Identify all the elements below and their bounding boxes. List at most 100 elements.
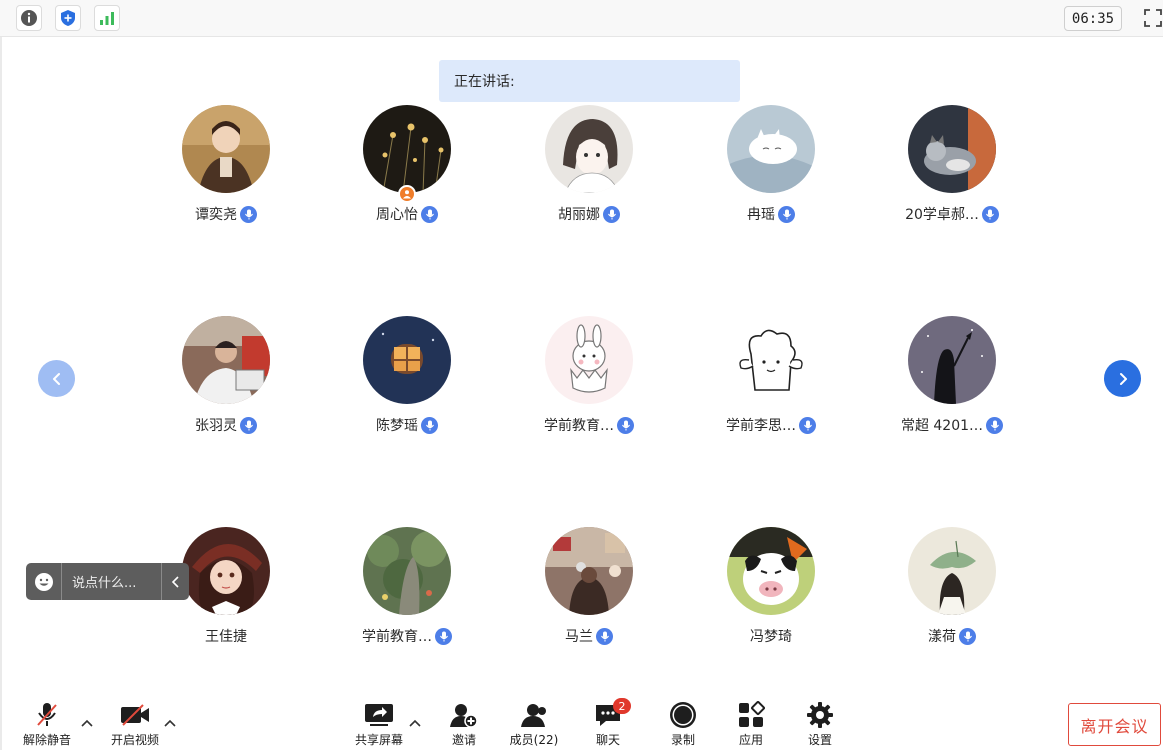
participant-tile[interactable]: 学前教育… xyxy=(499,316,679,466)
participant-tile[interactable]: 周心怡 xyxy=(317,105,497,255)
chevron-left-icon xyxy=(52,372,60,385)
avatar xyxy=(182,316,270,404)
avatar xyxy=(908,316,996,404)
microphone-icon xyxy=(799,416,816,434)
participant-name: 常超 4201… xyxy=(862,415,1042,435)
avatar xyxy=(727,527,815,615)
info-icon[interactable] xyxy=(16,5,42,31)
record-button[interactable]: 录制 xyxy=(663,700,703,748)
participant-name: 陈梦瑶 xyxy=(317,415,497,435)
participant-name: 漾荷 xyxy=(862,626,1042,646)
participant-name: 周心怡 xyxy=(317,204,497,224)
members-icon xyxy=(519,700,549,730)
shield-icon[interactable] xyxy=(55,5,81,31)
chat-label: 聊天 xyxy=(595,733,620,747)
start-video-button[interactable]: 开启视频 xyxy=(108,700,162,748)
start-video-label: 开启视频 xyxy=(110,733,159,747)
participant-tile[interactable]: 王佳捷 xyxy=(136,527,316,677)
participant-tile[interactable]: 陈梦瑶 xyxy=(317,316,497,466)
invite-label: 邀请 xyxy=(451,733,476,747)
avatar xyxy=(545,527,633,615)
chevron-up-icon[interactable] xyxy=(80,717,94,729)
participant-tile[interactable]: 20学卓郝… xyxy=(862,105,1042,255)
emoji-icon[interactable] xyxy=(26,563,62,600)
next-page-button[interactable] xyxy=(1104,360,1141,397)
members-button[interactable]: 成员(22) xyxy=(504,700,564,748)
participant-name: 冯梦琦 xyxy=(750,629,792,645)
gear-icon xyxy=(806,700,834,730)
chevron-right-icon xyxy=(1119,372,1127,385)
video-off-icon xyxy=(119,700,151,730)
chat-quick-input[interactable]: 说点什么... xyxy=(26,563,189,600)
avatar xyxy=(363,527,451,615)
microphone-icon xyxy=(421,205,438,223)
signal-icon[interactable] xyxy=(94,5,120,31)
participant-name: 学前教育… xyxy=(317,626,497,646)
microphone-icon xyxy=(617,416,634,434)
apps-icon xyxy=(737,700,765,730)
microphone-muted-icon xyxy=(35,700,59,730)
invite-button[interactable]: 邀请 xyxy=(444,700,484,748)
participant-name: 学前李思… xyxy=(681,415,861,435)
participant-tile[interactable]: 漾荷 xyxy=(862,527,1042,677)
avatar xyxy=(182,105,270,193)
previous-page-button[interactable] xyxy=(38,360,75,397)
microphone-icon xyxy=(986,416,1004,434)
avatar xyxy=(727,105,815,193)
avatar xyxy=(363,105,451,193)
microphone-icon xyxy=(596,627,613,645)
participant-tile[interactable]: 胡丽娜 xyxy=(499,105,679,255)
record-icon xyxy=(669,700,697,730)
microphone-icon xyxy=(421,416,438,434)
microphone-icon xyxy=(240,205,257,223)
avatar xyxy=(727,316,815,404)
participant-tile[interactable]: 学前教育… xyxy=(317,527,497,677)
participant-tile[interactable]: 冯梦琦 xyxy=(681,527,861,677)
add-person-icon xyxy=(450,700,478,730)
avatar xyxy=(545,316,633,404)
participant-tile[interactable]: 张羽灵 xyxy=(136,316,316,466)
participant-tile[interactable]: 学前李思… xyxy=(681,316,861,466)
unmute-button[interactable]: 解除静音 xyxy=(20,700,74,748)
share-screen-icon xyxy=(364,700,394,730)
chat-unread-badge: 2 xyxy=(613,698,631,714)
chat-placeholder[interactable]: 说点什么... xyxy=(62,572,161,591)
apps-label: 应用 xyxy=(738,733,763,747)
window-edge xyxy=(0,37,2,750)
participant-name: 王佳捷 xyxy=(205,629,247,645)
apps-button[interactable]: 应用 xyxy=(731,700,771,748)
participant-tile[interactable]: 常超 4201… xyxy=(862,316,1042,466)
host-badge-icon xyxy=(398,185,416,203)
unmute-label: 解除静音 xyxy=(22,733,71,747)
microphone-icon xyxy=(435,627,452,645)
chevron-up-icon[interactable] xyxy=(163,717,177,729)
settings-button[interactable]: 设置 xyxy=(800,700,840,748)
top-bar: 06:35 xyxy=(0,0,1163,37)
microphone-icon xyxy=(603,205,620,223)
microphone-icon xyxy=(959,627,976,645)
chevron-up-icon[interactable] xyxy=(408,717,422,729)
chevron-left-icon[interactable] xyxy=(161,563,189,600)
microphone-icon xyxy=(981,205,999,223)
participant-name: 谭奕尧 xyxy=(136,204,316,224)
record-label: 录制 xyxy=(670,733,695,747)
participant-name: 学前教育… xyxy=(499,415,679,435)
meeting-timer: 06:35 xyxy=(1064,6,1122,31)
participant-name: 20学卓郝… xyxy=(862,204,1042,224)
avatar xyxy=(545,105,633,193)
participant-name: 胡丽娜 xyxy=(499,204,679,224)
speaking-indicator: 正在讲话: xyxy=(439,60,740,102)
participant-name: 冉瑶 xyxy=(681,204,861,224)
avatar xyxy=(363,316,451,404)
share-screen-button[interactable]: 共享屏幕 xyxy=(352,700,406,748)
participant-tile[interactable]: 冉瑶 xyxy=(681,105,861,255)
fullscreen-icon[interactable] xyxy=(1140,5,1163,31)
microphone-icon xyxy=(240,416,257,434)
leave-meeting-button[interactable]: 离开会议 xyxy=(1068,703,1161,746)
settings-label: 设置 xyxy=(807,733,832,747)
participant-name: 马兰 xyxy=(499,626,679,646)
participant-tile[interactable]: 马兰 xyxy=(499,527,679,677)
participant-tile[interactable]: 谭奕尧 xyxy=(136,105,316,255)
members-label: 成员(22) xyxy=(509,733,559,747)
avatar xyxy=(908,105,996,193)
